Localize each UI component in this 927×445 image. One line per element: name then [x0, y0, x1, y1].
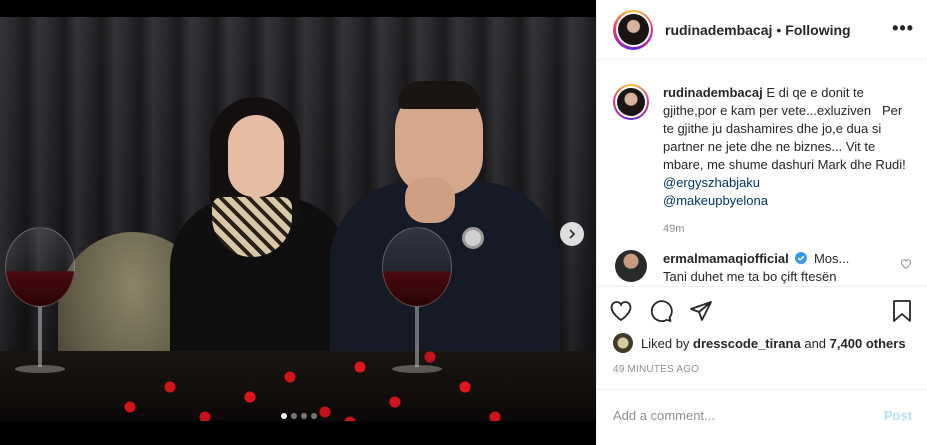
liker-avatar[interactable]	[613, 333, 633, 353]
carousel-indicator	[281, 413, 317, 419]
carousel-dot	[291, 413, 297, 419]
post-header: rudinadembacaj • Following •••	[597, 0, 927, 60]
likes-count[interactable]: 7,400 others	[830, 336, 906, 351]
caption: rudinadembacaj E di qe e donit te gjithe…	[597, 72, 927, 238]
instagram-post-modal: rudinadembacaj • Following ••• rudinadem…	[0, 0, 927, 445]
bookmark-icon[interactable]	[890, 299, 914, 323]
chevron-right-icon	[569, 229, 576, 239]
author-username[interactable]: rudinadembacaj	[665, 22, 772, 38]
red-berries	[110, 327, 510, 421]
comment-text-line2: Tani duhet me ta bo çift ftesën	[663, 269, 837, 284]
likes-connector: and	[804, 335, 827, 351]
comment-icon[interactable]	[649, 299, 673, 323]
carousel-next-button[interactable]	[560, 222, 584, 246]
man-hand	[405, 177, 455, 223]
more-options-button[interactable]: •••	[892, 18, 914, 39]
wristwatch	[462, 227, 484, 249]
post-side-panel: rudinadembacaj • Following ••• rudinadem…	[596, 0, 927, 445]
post-comment-button[interactable]: Post	[884, 408, 912, 423]
author-avatar[interactable]	[613, 9, 653, 50]
carousel-dot	[311, 413, 317, 419]
caption-username[interactable]: rudinadembacaj	[663, 85, 763, 100]
mention-link[interactable]: @makeupbyelona	[663, 193, 768, 208]
mention-link[interactable]: @ergyszhabjaku	[663, 175, 760, 190]
post-photo[interactable]	[0, 17, 596, 421]
heart-small-icon[interactable]	[900, 258, 912, 270]
post-timestamp[interactable]: 49 minutes ago	[613, 364, 699, 375]
likes-summary: Liked by dresscode_tirana and 7,400 othe…	[613, 333, 906, 353]
comments-list[interactable]: rudinadembacaj E di qe e donit te gjithe…	[597, 72, 927, 286]
liker-username[interactable]: dresscode_tirana	[693, 336, 801, 351]
caption-avatar[interactable]	[613, 84, 649, 120]
add-comment-section: Add a comment... Post	[597, 389, 927, 441]
wine-glass-left	[5, 227, 75, 377]
separator-dot: •	[776, 21, 782, 38]
commenter-avatar[interactable]	[615, 250, 647, 282]
comment-text: Mos...	[813, 251, 850, 266]
likes-prefix: Liked by	[641, 335, 690, 351]
man-hair	[398, 81, 480, 109]
verified-icon	[795, 252, 808, 264]
caption-timestamp[interactable]: 49m	[663, 220, 912, 238]
heart-icon[interactable]	[609, 299, 633, 323]
commenter-username[interactable]: ermalmamaqiofficial	[663, 251, 789, 266]
carousel-dot	[281, 413, 287, 419]
carousel-dot	[301, 413, 307, 419]
comment-input[interactable]: Add a comment...	[613, 408, 884, 423]
comment-item: ermalmamaqiofficial Mos... Tani duhet me…	[597, 238, 927, 286]
share-icon[interactable]	[689, 299, 713, 323]
following-button[interactable]: Following	[785, 22, 850, 38]
action-bar	[597, 286, 927, 334]
woman-face	[228, 115, 284, 197]
